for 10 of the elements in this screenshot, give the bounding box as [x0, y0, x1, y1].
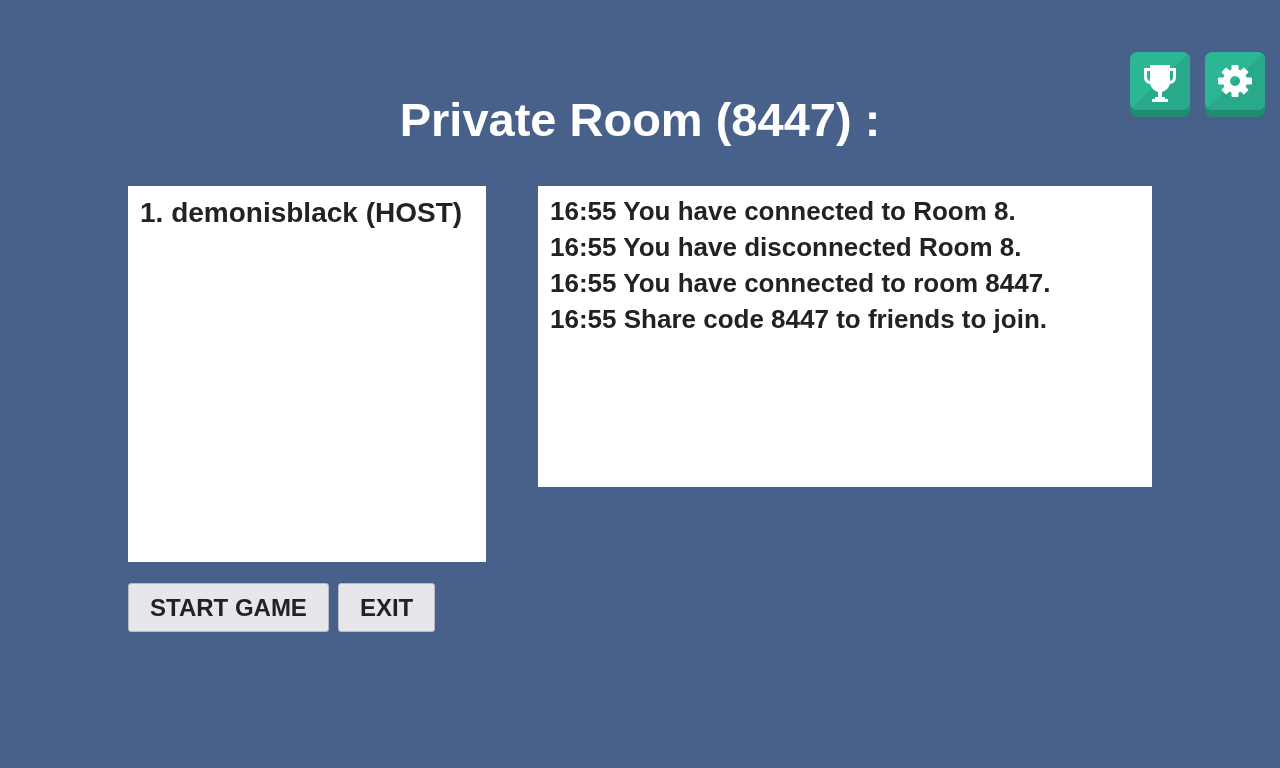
player-entry: 1. demonisblack (HOST) [140, 196, 464, 230]
log-message: 16:55 Share code 8447 to friends to join. [550, 303, 1049, 336]
log-message: 16:55 You have connected to Room 8. [550, 195, 1017, 228]
action-button[interactable]: EXIT [337, 583, 436, 632]
log-message: 16:55 You have connected to room 8447. [550, 267, 1052, 300]
settings-icon[interactable] [1205, 52, 1265, 117]
log-message: 16:55 You have disconnected Room 8. [550, 231, 1023, 264]
trophy-icon[interactable] [1130, 52, 1190, 117]
action-button[interactable]: START GAME [128, 583, 329, 632]
room-title: Private Room (8447) : [399, 92, 881, 148]
